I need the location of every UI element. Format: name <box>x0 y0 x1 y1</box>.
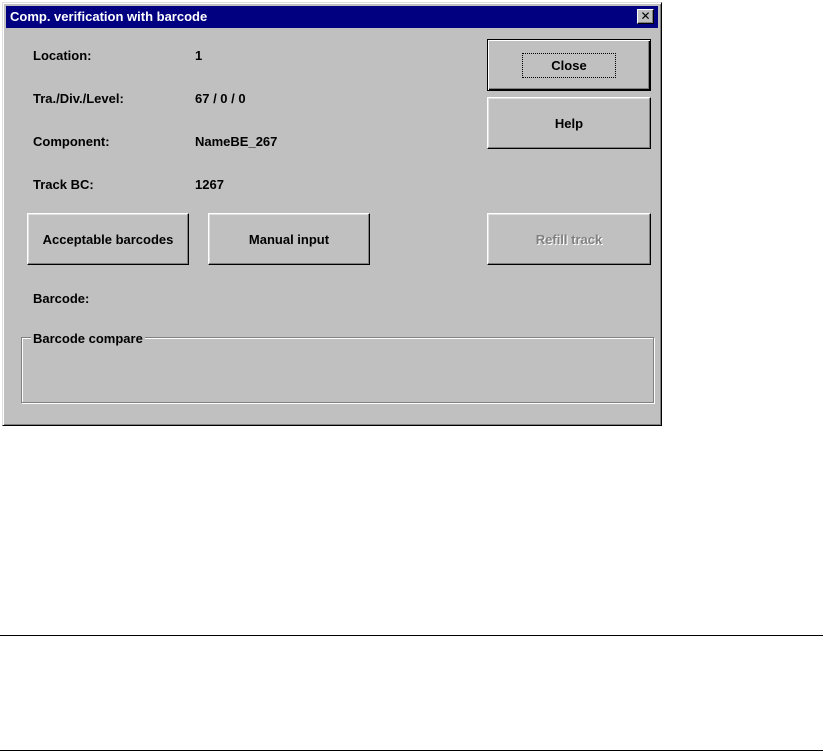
acceptable-barcodes-button[interactable]: Acceptable barcodes <box>27 213 189 265</box>
barcode-label: Barcode: <box>33 291 90 306</box>
tra-div-level-value: 67 / 0 / 0 <box>195 91 246 106</box>
tra-div-level-label: Tra./Div./Level: <box>33 91 124 106</box>
close-button-label: Close <box>522 52 616 78</box>
barcode-compare-title: Barcode compare <box>31 331 145 346</box>
track-bc-label: Track BC: <box>33 177 94 192</box>
close-button[interactable]: Close <box>487 39 651 91</box>
barcode-compare-group <box>21 337 654 403</box>
help-button[interactable]: Help <box>487 97 651 149</box>
refill-track-button: Refill track <box>487 213 651 265</box>
window-close-icon[interactable]: ✕ <box>637 9 654 24</box>
component-label: Component: <box>33 134 110 149</box>
manual-input-button[interactable]: Manual input <box>208 213 370 265</box>
verification-dialog: Comp. verification with barcode ✕ Locati… <box>2 2 662 426</box>
component-value: NameBE_267 <box>195 134 278 149</box>
track-bc-value: 1267 <box>195 177 224 192</box>
separator-line-bottom <box>0 750 823 751</box>
location-value: 1 <box>195 48 203 63</box>
title-bar[interactable]: Comp. verification with barcode ✕ <box>6 6 658 28</box>
location-label: Location: <box>33 48 92 63</box>
window-title: Comp. verification with barcode <box>10 9 208 24</box>
separator-line-top <box>0 635 823 636</box>
